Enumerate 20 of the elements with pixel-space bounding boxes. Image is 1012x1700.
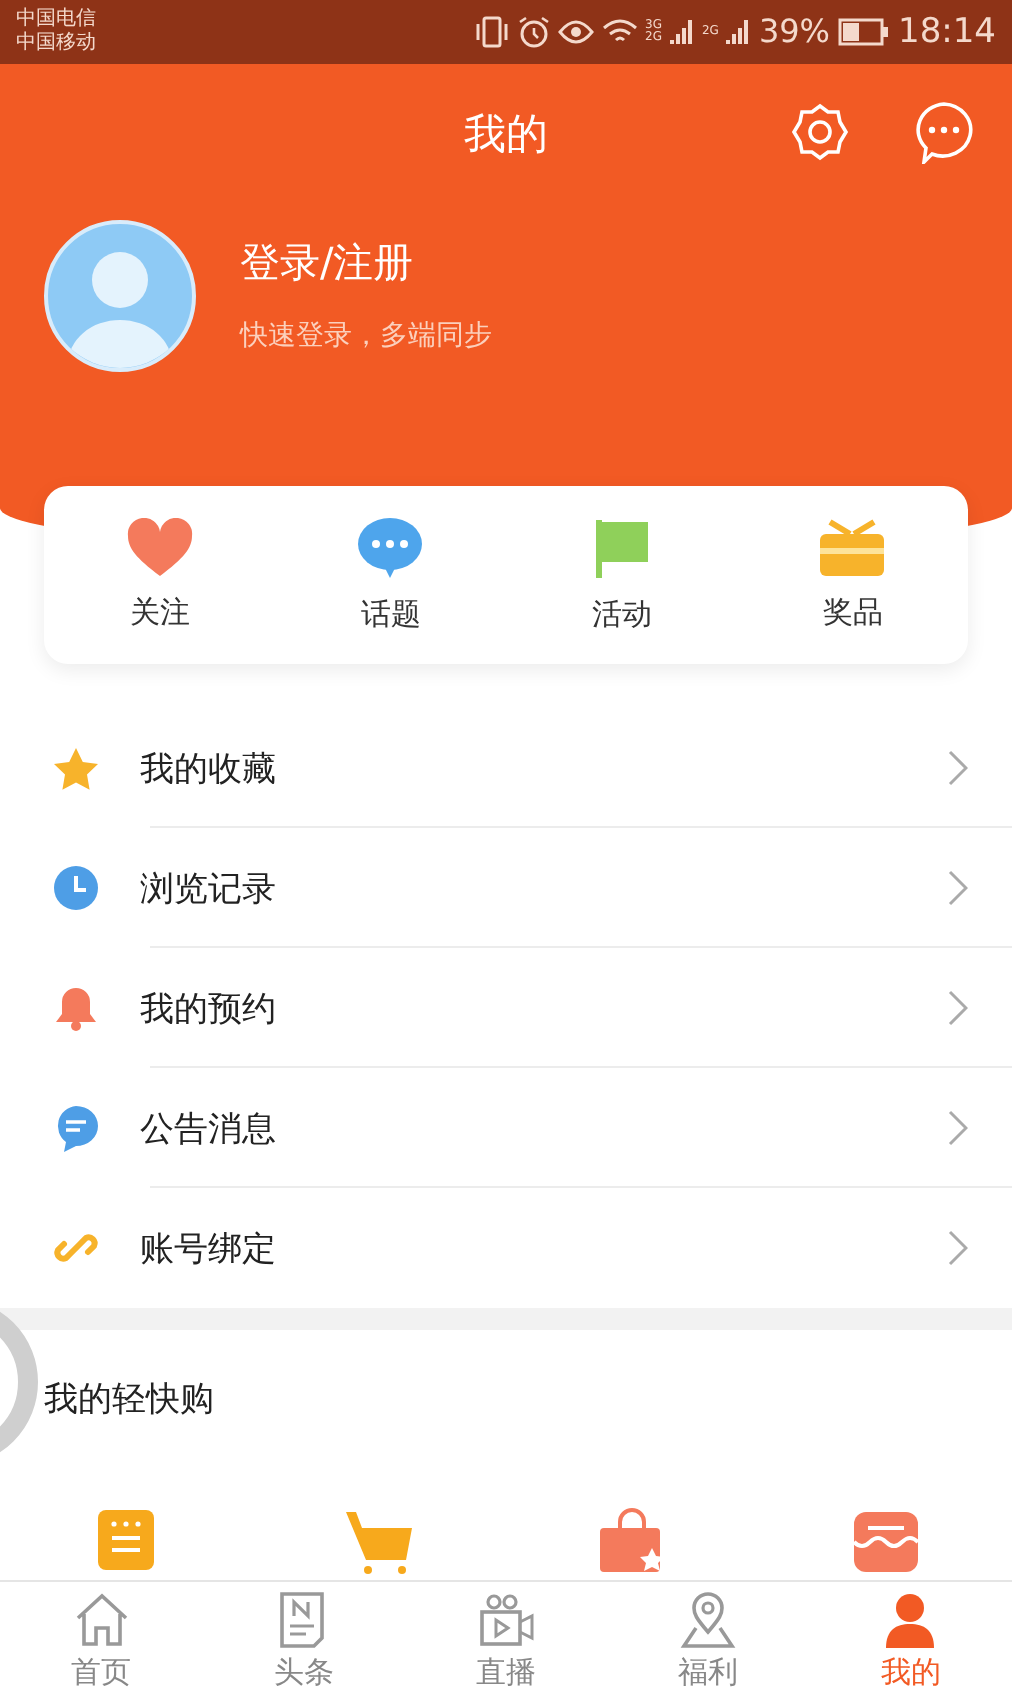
menu-item[interactable]: 浏览记录 [0, 828, 1012, 949]
menu-item[interactable]: 公告消息 [0, 1068, 1012, 1189]
quick-action-button[interactable]: 话题 [275, 486, 506, 665]
menu-item[interactable]: 我的收藏 [0, 708, 1012, 829]
carrier-name: 中国电信 [16, 7, 96, 31]
carrier-name: 中国移动 [16, 31, 96, 56]
login-subtitle: 快速登录，多端同步 [240, 318, 492, 355]
quick-action-button[interactable]: 奖品 [737, 486, 968, 665]
menu-item[interactable]: 我的预约 [0, 948, 1012, 1069]
section-title: 我的轻快购 [42, 1378, 216, 1425]
tab-button[interactable]: 首页 [0, 1582, 203, 1700]
battery-percentage: 39% [758, 12, 830, 51]
tab-button[interactable]: 福利 [607, 1582, 810, 1700]
tab-button[interactable]: 直播 [404, 1582, 608, 1700]
menu-item[interactable]: 账号绑定 [0, 1188, 1012, 1309]
quick-action-button[interactable]: 活动 [506, 486, 737, 665]
tab-button[interactable]: 头条 [202, 1582, 405, 1700]
page-title: 我的 [464, 107, 548, 162]
quick-action-button[interactable]: 关注 [44, 486, 275, 665]
clock-time: 18:14 [898, 11, 996, 52]
